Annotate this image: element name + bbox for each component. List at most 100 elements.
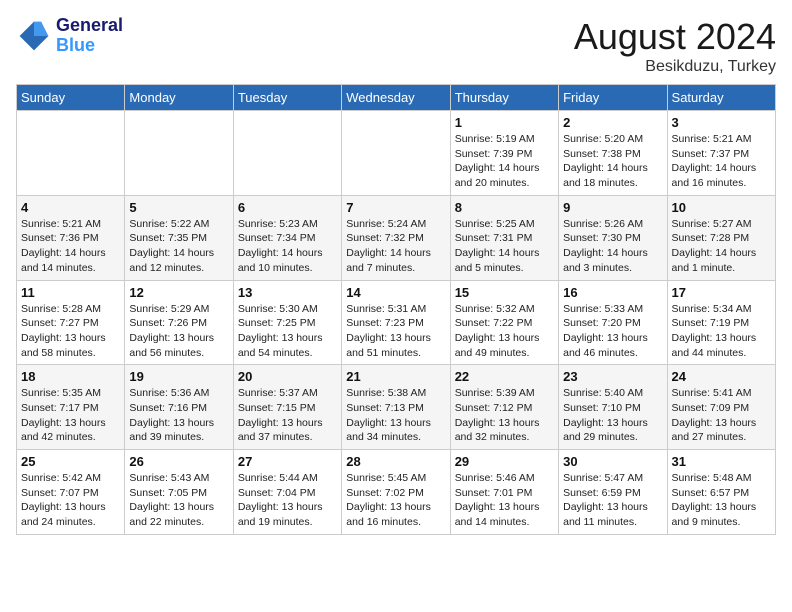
day-number: 16 [563, 285, 662, 300]
calendar-cell: 26 Sunrise: 5:43 AM Sunset: 7:05 PM Dayl… [125, 450, 233, 535]
page-header: General Blue August 2024 Besikduzu, Turk… [16, 16, 776, 76]
day-info: Sunrise: 5:27 AM Sunset: 7:28 PM Dayligh… [672, 217, 771, 276]
calendar-cell [342, 111, 450, 196]
day-info: Sunrise: 5:44 AM Sunset: 7:04 PM Dayligh… [238, 471, 337, 530]
day-number: 8 [455, 200, 554, 215]
day-info: Sunrise: 5:33 AM Sunset: 7:20 PM Dayligh… [563, 302, 662, 361]
day-info: Sunrise: 5:43 AM Sunset: 7:05 PM Dayligh… [129, 471, 228, 530]
day-number: 10 [672, 200, 771, 215]
day-number: 23 [563, 369, 662, 384]
title-block: August 2024 Besikduzu, Turkey [574, 16, 776, 76]
day-number: 17 [672, 285, 771, 300]
calendar-cell: 21 Sunrise: 5:38 AM Sunset: 7:13 PM Dayl… [342, 365, 450, 450]
calendar-cell [125, 111, 233, 196]
day-number: 31 [672, 454, 771, 469]
weekday-sunday: Sunday [17, 85, 125, 111]
week-row-5: 25 Sunrise: 5:42 AM Sunset: 7:07 PM Dayl… [17, 450, 776, 535]
calendar-cell: 5 Sunrise: 5:22 AM Sunset: 7:35 PM Dayli… [125, 195, 233, 280]
day-info: Sunrise: 5:45 AM Sunset: 7:02 PM Dayligh… [346, 471, 445, 530]
day-info: Sunrise: 5:20 AM Sunset: 7:38 PM Dayligh… [563, 132, 662, 191]
location: Besikduzu, Turkey [574, 58, 776, 76]
day-number: 2 [563, 115, 662, 130]
day-info: Sunrise: 5:28 AM Sunset: 7:27 PM Dayligh… [21, 302, 120, 361]
day-number: 4 [21, 200, 120, 215]
day-info: Sunrise: 5:41 AM Sunset: 7:09 PM Dayligh… [672, 386, 771, 445]
day-number: 30 [563, 454, 662, 469]
day-number: 7 [346, 200, 445, 215]
day-info: Sunrise: 5:47 AM Sunset: 6:59 PM Dayligh… [563, 471, 662, 530]
day-info: Sunrise: 5:31 AM Sunset: 7:23 PM Dayligh… [346, 302, 445, 361]
weekday-wednesday: Wednesday [342, 85, 450, 111]
month-title: August 2024 [574, 16, 776, 58]
day-number: 11 [21, 285, 120, 300]
calendar-cell: 22 Sunrise: 5:39 AM Sunset: 7:12 PM Dayl… [450, 365, 558, 450]
calendar-cell: 1 Sunrise: 5:19 AM Sunset: 7:39 PM Dayli… [450, 111, 558, 196]
calendar-cell: 18 Sunrise: 5:35 AM Sunset: 7:17 PM Dayl… [17, 365, 125, 450]
week-row-3: 11 Sunrise: 5:28 AM Sunset: 7:27 PM Dayl… [17, 280, 776, 365]
day-info: Sunrise: 5:30 AM Sunset: 7:25 PM Dayligh… [238, 302, 337, 361]
day-info: Sunrise: 5:21 AM Sunset: 7:37 PM Dayligh… [672, 132, 771, 191]
day-info: Sunrise: 5:21 AM Sunset: 7:36 PM Dayligh… [21, 217, 120, 276]
day-info: Sunrise: 5:25 AM Sunset: 7:31 PM Dayligh… [455, 217, 554, 276]
day-number: 28 [346, 454, 445, 469]
day-number: 3 [672, 115, 771, 130]
logo-icon [16, 18, 52, 54]
day-number: 26 [129, 454, 228, 469]
calendar-cell: 27 Sunrise: 5:44 AM Sunset: 7:04 PM Dayl… [233, 450, 341, 535]
calendar-cell: 17 Sunrise: 5:34 AM Sunset: 7:19 PM Dayl… [667, 280, 775, 365]
day-number: 9 [563, 200, 662, 215]
day-info: Sunrise: 5:32 AM Sunset: 7:22 PM Dayligh… [455, 302, 554, 361]
day-number: 19 [129, 369, 228, 384]
day-number: 20 [238, 369, 337, 384]
week-row-4: 18 Sunrise: 5:35 AM Sunset: 7:17 PM Dayl… [17, 365, 776, 450]
calendar-cell: 10 Sunrise: 5:27 AM Sunset: 7:28 PM Dayl… [667, 195, 775, 280]
calendar-cell: 4 Sunrise: 5:21 AM Sunset: 7:36 PM Dayli… [17, 195, 125, 280]
calendar-cell: 25 Sunrise: 5:42 AM Sunset: 7:07 PM Dayl… [17, 450, 125, 535]
day-info: Sunrise: 5:42 AM Sunset: 7:07 PM Dayligh… [21, 471, 120, 530]
calendar-cell: 30 Sunrise: 5:47 AM Sunset: 6:59 PM Dayl… [559, 450, 667, 535]
day-info: Sunrise: 5:23 AM Sunset: 7:34 PM Dayligh… [238, 217, 337, 276]
calendar-cell: 24 Sunrise: 5:41 AM Sunset: 7:09 PM Dayl… [667, 365, 775, 450]
calendar-cell: 9 Sunrise: 5:26 AM Sunset: 7:30 PM Dayli… [559, 195, 667, 280]
calendar-body: 1 Sunrise: 5:19 AM Sunset: 7:39 PM Dayli… [17, 111, 776, 535]
day-number: 1 [455, 115, 554, 130]
calendar-cell: 7 Sunrise: 5:24 AM Sunset: 7:32 PM Dayli… [342, 195, 450, 280]
calendar-cell: 23 Sunrise: 5:40 AM Sunset: 7:10 PM Dayl… [559, 365, 667, 450]
calendar-cell: 8 Sunrise: 5:25 AM Sunset: 7:31 PM Dayli… [450, 195, 558, 280]
week-row-2: 4 Sunrise: 5:21 AM Sunset: 7:36 PM Dayli… [17, 195, 776, 280]
day-number: 29 [455, 454, 554, 469]
calendar-cell: 13 Sunrise: 5:30 AM Sunset: 7:25 PM Dayl… [233, 280, 341, 365]
weekday-friday: Friday [559, 85, 667, 111]
day-info: Sunrise: 5:19 AM Sunset: 7:39 PM Dayligh… [455, 132, 554, 191]
calendar-cell: 6 Sunrise: 5:23 AM Sunset: 7:34 PM Dayli… [233, 195, 341, 280]
weekday-thursday: Thursday [450, 85, 558, 111]
day-number: 22 [455, 369, 554, 384]
calendar-cell: 11 Sunrise: 5:28 AM Sunset: 7:27 PM Dayl… [17, 280, 125, 365]
calendar-table: SundayMondayTuesdayWednesdayThursdayFrid… [16, 84, 776, 535]
day-info: Sunrise: 5:46 AM Sunset: 7:01 PM Dayligh… [455, 471, 554, 530]
logo-line2: Blue [56, 35, 95, 55]
day-info: Sunrise: 5:39 AM Sunset: 7:12 PM Dayligh… [455, 386, 554, 445]
weekday-tuesday: Tuesday [233, 85, 341, 111]
calendar-cell: 28 Sunrise: 5:45 AM Sunset: 7:02 PM Dayl… [342, 450, 450, 535]
day-number: 25 [21, 454, 120, 469]
day-number: 13 [238, 285, 337, 300]
day-info: Sunrise: 5:36 AM Sunset: 7:16 PM Dayligh… [129, 386, 228, 445]
day-info: Sunrise: 5:38 AM Sunset: 7:13 PM Dayligh… [346, 386, 445, 445]
logo-text: General Blue [56, 16, 123, 56]
day-info: Sunrise: 5:26 AM Sunset: 7:30 PM Dayligh… [563, 217, 662, 276]
calendar-cell: 19 Sunrise: 5:36 AM Sunset: 7:16 PM Dayl… [125, 365, 233, 450]
day-info: Sunrise: 5:29 AM Sunset: 7:26 PM Dayligh… [129, 302, 228, 361]
day-info: Sunrise: 5:40 AM Sunset: 7:10 PM Dayligh… [563, 386, 662, 445]
calendar-cell: 14 Sunrise: 5:31 AM Sunset: 7:23 PM Dayl… [342, 280, 450, 365]
day-info: Sunrise: 5:37 AM Sunset: 7:15 PM Dayligh… [238, 386, 337, 445]
day-info: Sunrise: 5:48 AM Sunset: 6:57 PM Dayligh… [672, 471, 771, 530]
day-number: 6 [238, 200, 337, 215]
calendar-cell: 20 Sunrise: 5:37 AM Sunset: 7:15 PM Dayl… [233, 365, 341, 450]
day-number: 27 [238, 454, 337, 469]
weekday-monday: Monday [125, 85, 233, 111]
weekday-header-row: SundayMondayTuesdayWednesdayThursdayFrid… [17, 85, 776, 111]
calendar-cell [233, 111, 341, 196]
calendar-cell: 2 Sunrise: 5:20 AM Sunset: 7:38 PM Dayli… [559, 111, 667, 196]
day-number: 14 [346, 285, 445, 300]
